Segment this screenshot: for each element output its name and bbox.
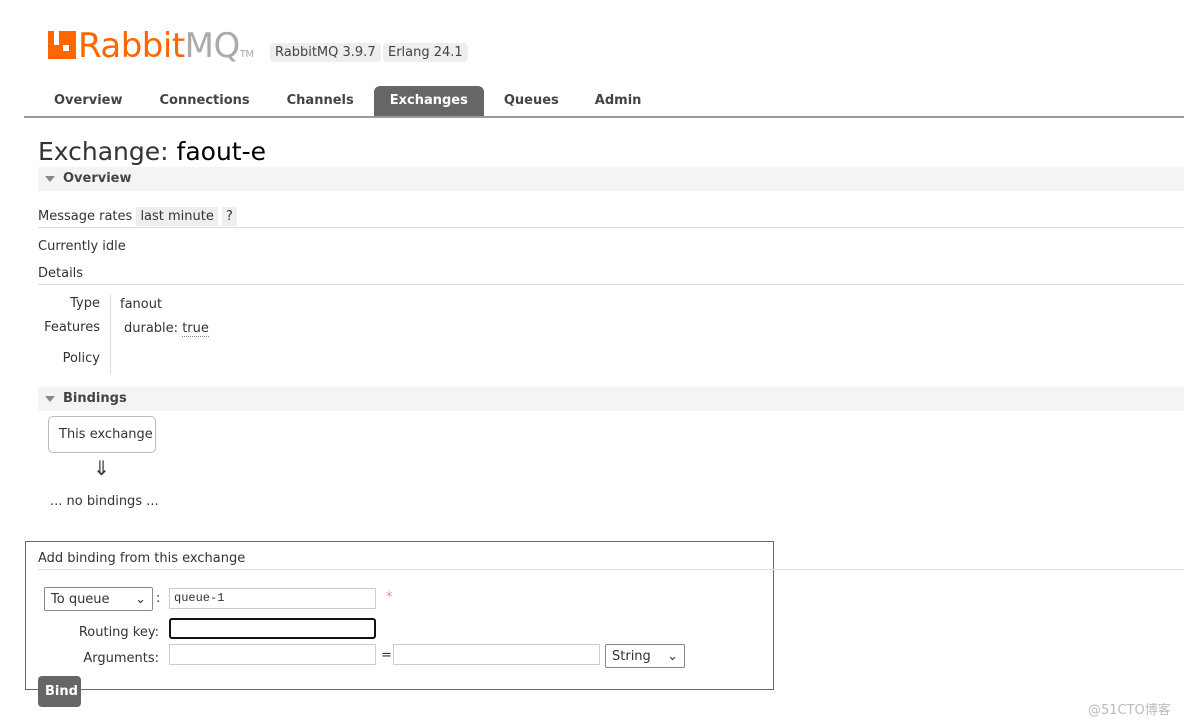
- type-value: fanout: [120, 297, 163, 312]
- feature-key: durable:: [124, 321, 179, 336]
- tab-channels[interactable]: Channels: [271, 86, 370, 116]
- argument-type-value: String: [612, 648, 651, 664]
- tab-admin[interactable]: Admin: [579, 86, 658, 116]
- message-rates-row: Message rates last minute ?: [38, 207, 1184, 228]
- type-label: Type: [70, 296, 100, 311]
- tab-connections[interactable]: Connections: [144, 86, 266, 116]
- overview-section-toggle[interactable]: Overview: [38, 167, 1184, 191]
- chevron-down-icon: ⌄: [667, 648, 678, 664]
- version-badge: RabbitMQ 3.9.7: [270, 43, 381, 62]
- nav-divider: [24, 116, 1184, 118]
- main-nav: Overview Connections Channels Exchanges …: [38, 86, 661, 116]
- argument-type-select[interactable]: String ⌄: [605, 644, 685, 668]
- required-marker: *: [386, 590, 393, 605]
- add-binding-heading: Add binding from this exchange: [38, 551, 246, 566]
- divider: [38, 284, 1184, 285]
- divider: [38, 227, 1184, 228]
- divider: [38, 569, 1184, 570]
- no-bindings-text: ... no bindings ...: [50, 494, 159, 509]
- this-exchange-box: This exchange: [48, 416, 156, 453]
- page-title: Exchange: faout-e: [38, 137, 267, 166]
- feature-durable: durable: true: [124, 321, 209, 337]
- bind-button[interactable]: Bind: [38, 676, 81, 707]
- policy-label: Policy: [62, 351, 100, 366]
- equals-sign: =: [381, 648, 392, 663]
- message-rates-label: Message rates: [38, 209, 133, 224]
- idle-status: Currently idle: [38, 239, 126, 254]
- bindings-section-toggle[interactable]: Bindings: [38, 387, 1184, 411]
- details-divider: [110, 294, 111, 374]
- help-button[interactable]: ?: [222, 207, 237, 226]
- destination-input[interactable]: queue-1: [169, 588, 376, 609]
- down-arrow-icon: ⇓: [93, 456, 110, 480]
- argument-value-input[interactable]: [393, 644, 600, 665]
- features-label: Features: [44, 320, 100, 335]
- colon: :: [156, 591, 161, 606]
- routing-key-input[interactable]: [169, 618, 376, 639]
- tab-exchanges[interactable]: Exchanges: [373, 86, 484, 116]
- tab-queues[interactable]: Queues: [488, 86, 575, 116]
- erlang-badge: Erlang 24.1: [383, 43, 468, 62]
- rabbitmq-logo: RabbitMQTM: [48, 26, 254, 66]
- rate-period-selector[interactable]: last minute: [136, 207, 218, 226]
- destination-type-select[interactable]: To queue ⌄: [44, 587, 153, 611]
- argument-key-input[interactable]: [169, 644, 376, 665]
- destination-type-value: To queue: [51, 591, 110, 607]
- tab-overview[interactable]: Overview: [38, 86, 139, 116]
- details-label: Details: [38, 266, 84, 281]
- watermark: @51CTO博客: [1088, 703, 1171, 718]
- routing-key-label: Routing key:: [78, 625, 159, 640]
- chevron-down-icon: ⌄: [135, 591, 146, 607]
- feature-value: true: [182, 321, 209, 337]
- arguments-label: Arguments:: [83, 651, 159, 666]
